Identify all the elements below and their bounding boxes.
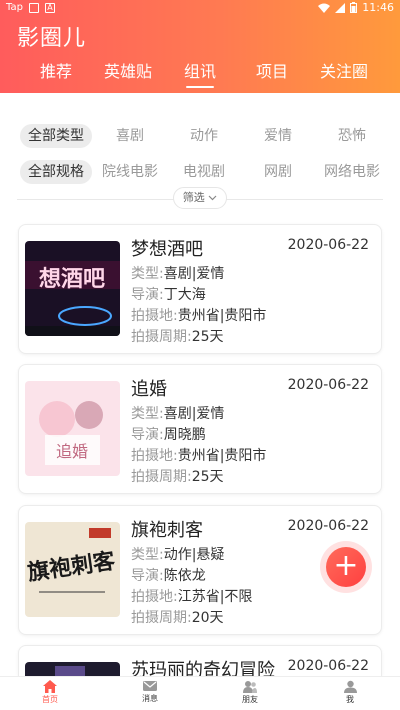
card-date: 2020-06-22 [287,237,369,253]
filter-spec-web-series[interactable]: 网剧 [264,160,292,184]
poster-title-text: 想酒吧 [39,267,105,292]
bottom-nav-home[interactable]: 首页 [20,680,80,705]
app-title: 影圈儿 [17,26,87,51]
notification-icon [28,2,39,13]
filter-spec-tv[interactable]: 电视剧 [183,160,225,184]
card-director: 丁大海 [163,287,206,303]
filter-spec-web-movie[interactable]: 网络电影 [324,160,380,184]
top-nav: 推荐 英雄贴 组讯 项目 关注圈 [0,58,400,88]
signal-icon [335,2,346,13]
filter-type-comedy[interactable]: 喜剧 [116,124,144,148]
status-app-text: Tap [6,2,23,13]
card-director-line: 导演:陈依龙 [131,568,206,584]
card-period-line: 拍摄周期:25天 [131,329,224,345]
type-filter-row: 全部类型 喜剧 动作 爱情 恐怖 [0,124,400,148]
card-date: 2020-06-22 [287,377,369,393]
card-title: 梦想酒吧 [131,239,203,260]
bottom-nav-messages[interactable]: 消息 [120,680,180,704]
card-director-line: 导演:丁大海 [131,287,206,303]
card-location: 贵州省|贵阳市 [177,308,267,324]
card-period: 25天 [191,329,224,345]
filter-type-romance[interactable]: 爱情 [264,124,292,148]
tab-casting[interactable]: 组讯 [183,58,217,88]
card-location-line: 拍摄地:贵州省|贵阳市 [131,308,267,324]
card-period-line: 拍摄周期:20天 [131,610,224,626]
wifi-icon [318,3,331,13]
app-header: Tap A 11:46 影圈儿 推荐 英雄贴 组讯 项目 关注圈 [0,0,400,93]
bottom-nav-label: 消息 [142,694,158,703]
spec-filter-row: 全部规格 院线电影 电视剧 网剧 网络电影 [0,160,400,184]
filter-type-horror[interactable]: 恐怖 [338,124,366,148]
card-type: 喜剧|爱情 [163,406,225,422]
card-director-line: 导演:周晓鹏 [131,427,206,443]
card-date: 2020-06-22 [287,518,369,534]
card-title: 追婚 [131,379,167,400]
card-date: 2020-06-22 [287,658,369,674]
status-time: 11:46 [362,1,394,14]
friends-icon [243,681,257,693]
card-title: 苏玛丽的奇幻冒险 [131,660,275,676]
tab-hero-post[interactable]: 英雄贴 [104,58,152,82]
home-icon [43,680,57,693]
active-tab-indicator [185,86,214,88]
casting-card[interactable]: 想酒吧 梦想酒吧 2020-06-22 类型:喜剧|爱情 导演:丁大海 拍摄地:… [18,224,382,354]
card-location: 江苏省|不限 [177,589,253,605]
bottom-nav-profile[interactable]: 我 [320,680,380,705]
tab-following[interactable]: 关注圈 [320,58,368,82]
filter-type-action[interactable]: 动作 [190,124,218,148]
add-button[interactable]: + [320,541,372,593]
poster-image: 旗袍刺客 [25,522,120,617]
casting-card[interactable]: 苏玛丽的奇幻冒险 2020-06-22 [18,645,382,676]
card-period-line: 拍摄周期:25天 [131,469,224,485]
casting-card[interactable]: 追婚 追婚 2020-06-22 类型:喜剧|爱情 导演:周晓鹏 拍摄地:贵州省… [18,364,382,494]
filter-type-all[interactable]: 全部类型 [20,124,92,148]
poster-image: 想酒吧 [25,241,120,336]
card-director: 陈依龙 [163,568,206,584]
card-director: 周晓鹏 [163,427,206,443]
bottom-nav-label: 朋友 [242,695,258,704]
message-icon [143,681,157,691]
bottom-nav-friends[interactable]: 朋友 [220,680,280,705]
tab-projects[interactable]: 项目 [256,58,288,82]
screen-button[interactable]: 筛选 [173,187,227,209]
card-type: 喜剧|爱情 [163,266,225,282]
screen-label: 筛选 [182,191,205,204]
card-type-line: 类型:喜剧|爱情 [131,266,225,282]
plus-icon: + [326,547,366,587]
chevron-down-icon [208,195,217,201]
card-period: 25天 [191,469,224,485]
card-location: 贵州省|贵阳市 [177,448,267,464]
card-title: 旗袍刺客 [131,520,203,541]
filter-spec-theatrical[interactable]: 院线电影 [102,160,158,184]
card-type: 动作|悬疑 [163,547,225,563]
poster-title-text: 追婚 [56,442,88,461]
bottom-nav-label: 我 [346,695,354,704]
tab-casting-label: 组讯 [183,62,217,81]
card-period: 20天 [191,610,224,626]
bottom-nav-label: 首页 [42,695,58,704]
status-a-icon: A [44,2,55,13]
tab-recommend[interactable]: 推荐 [40,58,72,82]
card-type-line: 类型:喜剧|爱情 [131,406,225,422]
poster-image [25,662,120,676]
card-type-line: 类型:动作|悬疑 [131,547,225,563]
filter-spec-all[interactable]: 全部规格 [20,160,92,184]
status-bar: Tap A 11:46 [0,0,400,16]
profile-icon [343,680,357,693]
battery-icon [350,2,358,13]
card-location-line: 拍摄地:贵州省|贵阳市 [131,448,267,464]
bottom-nav: 首页 消息 朋友 我 [0,676,400,710]
card-location-line: 拍摄地:江苏省|不限 [131,589,253,605]
poster-image: 追婚 [25,381,120,476]
